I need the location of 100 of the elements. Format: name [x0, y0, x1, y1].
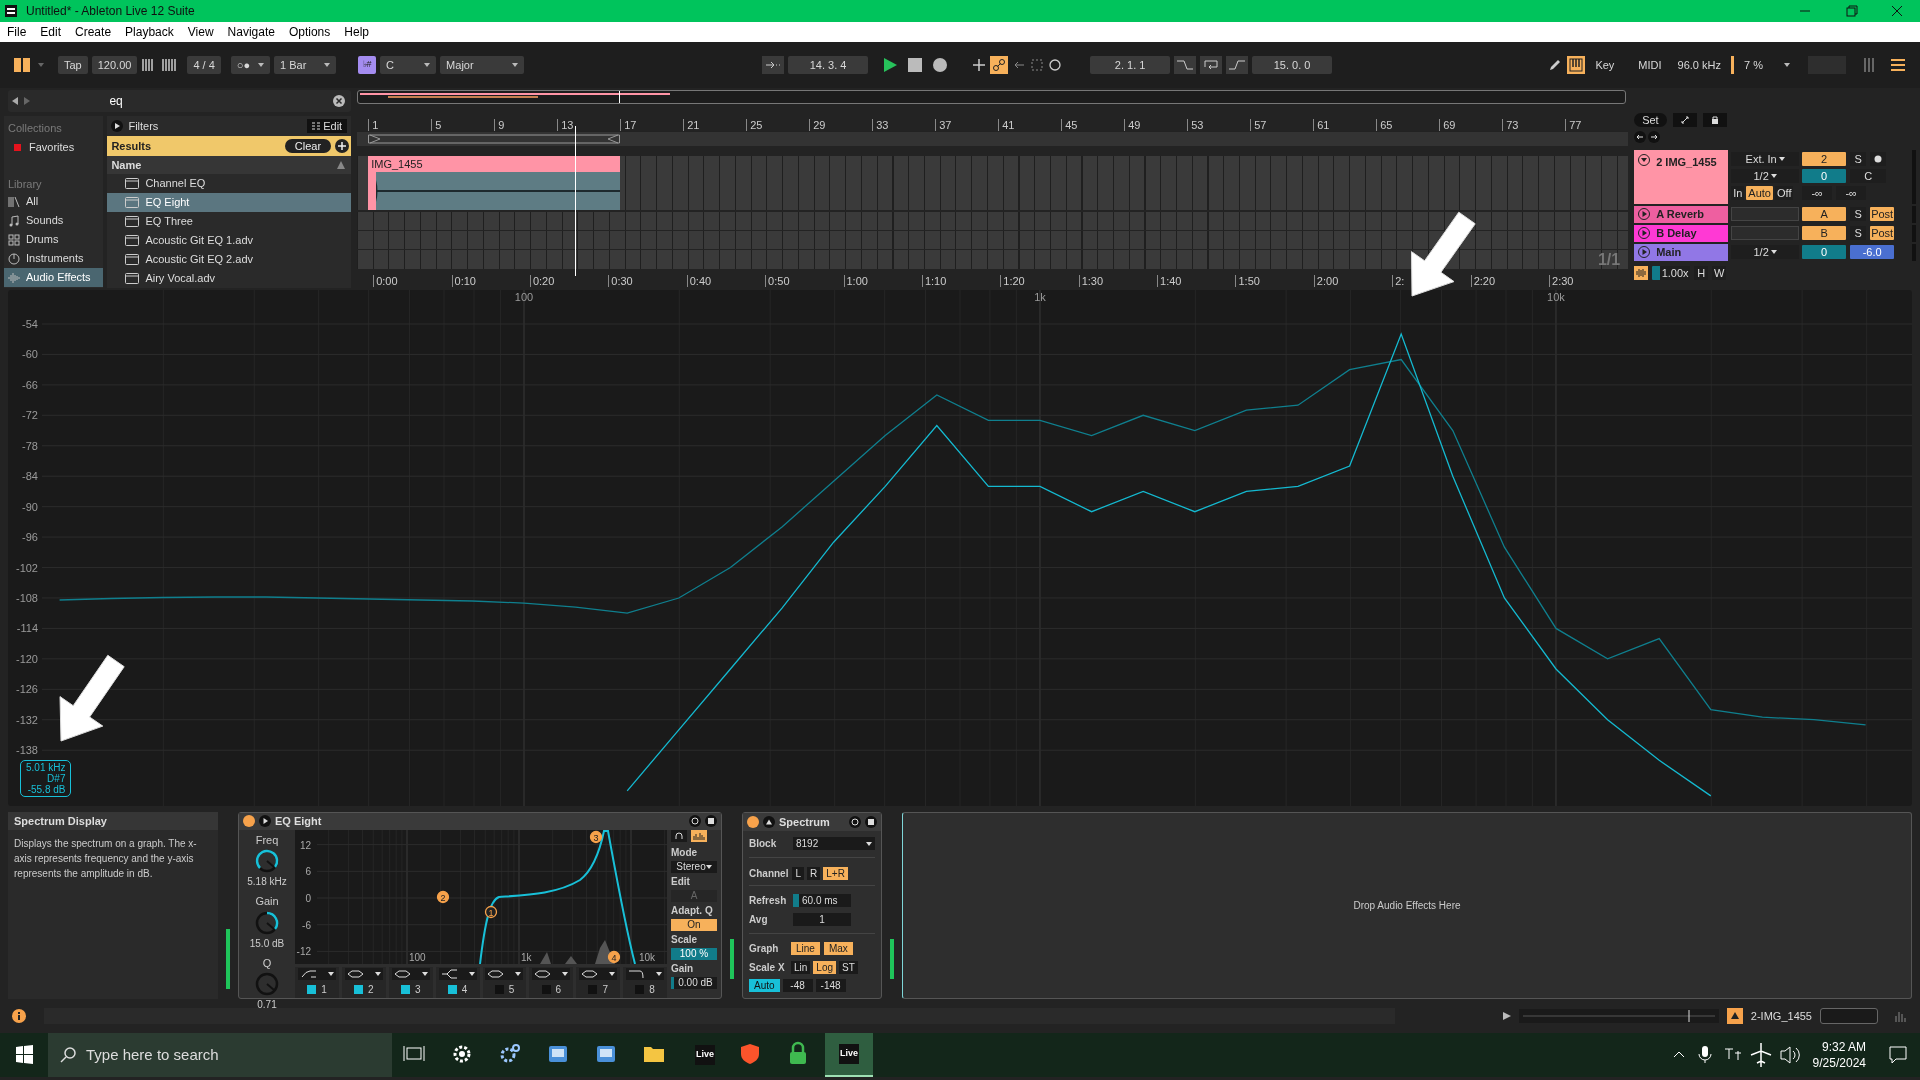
browser-item[interactable]: EQ Three: [107, 212, 352, 231]
key-map-button[interactable]: Key: [1589, 56, 1621, 74]
browser-item[interactable]: Acoustic Git EQ 2.adv: [107, 250, 352, 269]
device-on-icon[interactable]: [747, 816, 759, 828]
sort-icon[interactable]: [337, 161, 348, 169]
follow-icon[interactable]: [762, 56, 785, 74]
punch-in-icon[interactable]: [1174, 56, 1197, 74]
average-field[interactable]: 1: [793, 913, 851, 926]
scale-button[interactable]: Lin: [791, 961, 811, 974]
filter-type-dropdown[interactable]: [297, 967, 336, 980]
hot-swap-icon[interactable]: [849, 816, 861, 828]
time-signature-field[interactable]: 4 / 4: [187, 56, 221, 74]
monitor-button[interactable]: Auto: [1746, 186, 1773, 200]
adaptive-q-button[interactable]: On: [671, 918, 717, 931]
loop-icon[interactable]: [1200, 56, 1223, 74]
mode-dropdown[interactable]: Stereo: [671, 860, 717, 873]
collection-item[interactable]: Favorites: [8, 138, 100, 156]
library-item[interactable]: Drums: [4, 230, 104, 249]
view-toggle-icon[interactable]: [14, 58, 30, 72]
taskbar-app[interactable]: Live: [825, 1033, 873, 1077]
midi-map-button[interactable]: MIDI: [1632, 56, 1668, 74]
lock-icon[interactable]: [1702, 113, 1727, 127]
menu-item[interactable]: Options: [281, 23, 338, 41]
input-channel-dropdown[interactable]: 1/2: [1731, 169, 1800, 183]
keyboard-icon[interactable]: [1567, 56, 1586, 74]
tempo-field[interactable]: 120.00: [91, 56, 138, 74]
knob[interactable]: [254, 848, 280, 874]
tap-button[interactable]: Tap: [58, 56, 88, 74]
band-toggle[interactable]: [400, 984, 410, 994]
search-field[interactable]: eq: [107, 90, 352, 112]
clear-search-icon[interactable]: [333, 95, 346, 107]
track-header[interactable]: B Delay: [1634, 224, 1729, 242]
graph-button[interactable]: Max: [823, 942, 853, 955]
clear-button[interactable]: Clear: [284, 139, 332, 153]
add-icon[interactable]: [335, 139, 350, 153]
stop-icon[interactable]: [908, 58, 923, 72]
overview-bar[interactable]: [357, 90, 1627, 104]
save-icon[interactable]: [865, 816, 877, 828]
quantize-dropdown[interactable]: 1 Bar: [274, 56, 337, 74]
filter-type-dropdown[interactable]: [485, 967, 524, 980]
channel-button[interactable]: R: [807, 867, 821, 880]
position-field[interactable]: 14. 3. 4: [788, 56, 869, 74]
menu-item[interactable]: Edit: [33, 23, 69, 41]
menu-item[interactable]: Help: [337, 23, 376, 41]
channel-button[interactable]: L: [792, 867, 804, 880]
solo-button[interactable]: S: [1850, 207, 1867, 221]
search-field[interactable]: Type here to search: [48, 1033, 392, 1077]
drop-zone[interactable]: Drop Audio Effects Here: [902, 812, 1912, 999]
filter-type-dropdown[interactable]: [344, 967, 383, 980]
filter-type-dropdown[interactable]: [579, 967, 618, 980]
info-icon[interactable]: [12, 1009, 26, 1023]
metronome-dropdown[interactable]: ○●: [230, 56, 271, 74]
expand-filters-icon[interactable]: [111, 120, 124, 132]
filter-type-dropdown[interactable]: [532, 967, 571, 980]
height-button[interactable]: H: [1694, 266, 1709, 280]
scroll-right-icon[interactable]: [1648, 131, 1661, 143]
pan-field[interactable]: C: [1850, 169, 1887, 183]
filter-type-dropdown[interactable]: [626, 967, 665, 980]
filter-type-dropdown[interactable]: [391, 967, 430, 980]
knob[interactable]: [254, 909, 280, 936]
record-icon[interactable]: [932, 57, 949, 73]
automation-arm-icon[interactable]: [990, 56, 1009, 74]
menu-item[interactable]: Create: [68, 23, 119, 41]
volume-field[interactable]: 0: [1802, 245, 1847, 259]
width-button[interactable]: W: [1712, 266, 1727, 280]
browser-item[interactable]: EQ Eight: [107, 193, 352, 212]
scroll-left-icon[interactable]: [1634, 131, 1647, 143]
level-field[interactable]: -6.0: [1850, 245, 1895, 259]
band-toggle[interactable]: [307, 984, 317, 994]
punch-out-icon[interactable]: [1226, 56, 1249, 74]
save-icon[interactable]: [705, 815, 717, 828]
scale-dropdown[interactable]: Major: [440, 56, 525, 74]
expand-icon[interactable]: [259, 815, 271, 828]
menu-item[interactable]: File: [0, 23, 34, 41]
track-header[interactable]: 2 IMG_1455: [1634, 150, 1729, 204]
nudge-up-icon[interactable]: [161, 59, 178, 71]
library-item[interactable]: All: [4, 192, 104, 211]
graph-button[interactable]: Line: [791, 942, 820, 955]
track-activator-button[interactable]: 2: [1802, 152, 1847, 166]
menu-item[interactable]: Playback: [118, 23, 181, 41]
loop-brace[interactable]: [368, 134, 621, 144]
set-button[interactable]: Set: [1634, 113, 1667, 127]
clock-time[interactable]: 9:32 AM: [1821, 1039, 1866, 1055]
add-icon[interactable]: [972, 58, 987, 72]
play-icon[interactable]: [1638, 227, 1651, 239]
play-icon[interactable]: [882, 57, 899, 73]
device-on-icon[interactable]: [243, 815, 255, 828]
play-icon[interactable]: [1638, 246, 1651, 258]
band-marker[interactable]: 2: [436, 890, 450, 903]
menu-icon[interactable]: [1890, 58, 1906, 72]
volume-field[interactable]: 0: [1802, 169, 1847, 183]
cpu-dropdown[interactable]: 7 %: [1738, 56, 1796, 74]
monitor-button[interactable]: Off: [1775, 186, 1794, 200]
loop-start-field[interactable]: 2. 1. 1: [1090, 56, 1171, 74]
back-icon[interactable]: [12, 97, 18, 105]
library-item[interactable]: Instruments: [4, 249, 104, 268]
band-marker[interactable]: 3: [589, 830, 603, 843]
browser-item[interactable]: Channel EQ: [107, 174, 352, 193]
scale-button[interactable]: Log: [813, 961, 837, 974]
loop-length-field[interactable]: 15. 0. 0: [1252, 56, 1333, 74]
